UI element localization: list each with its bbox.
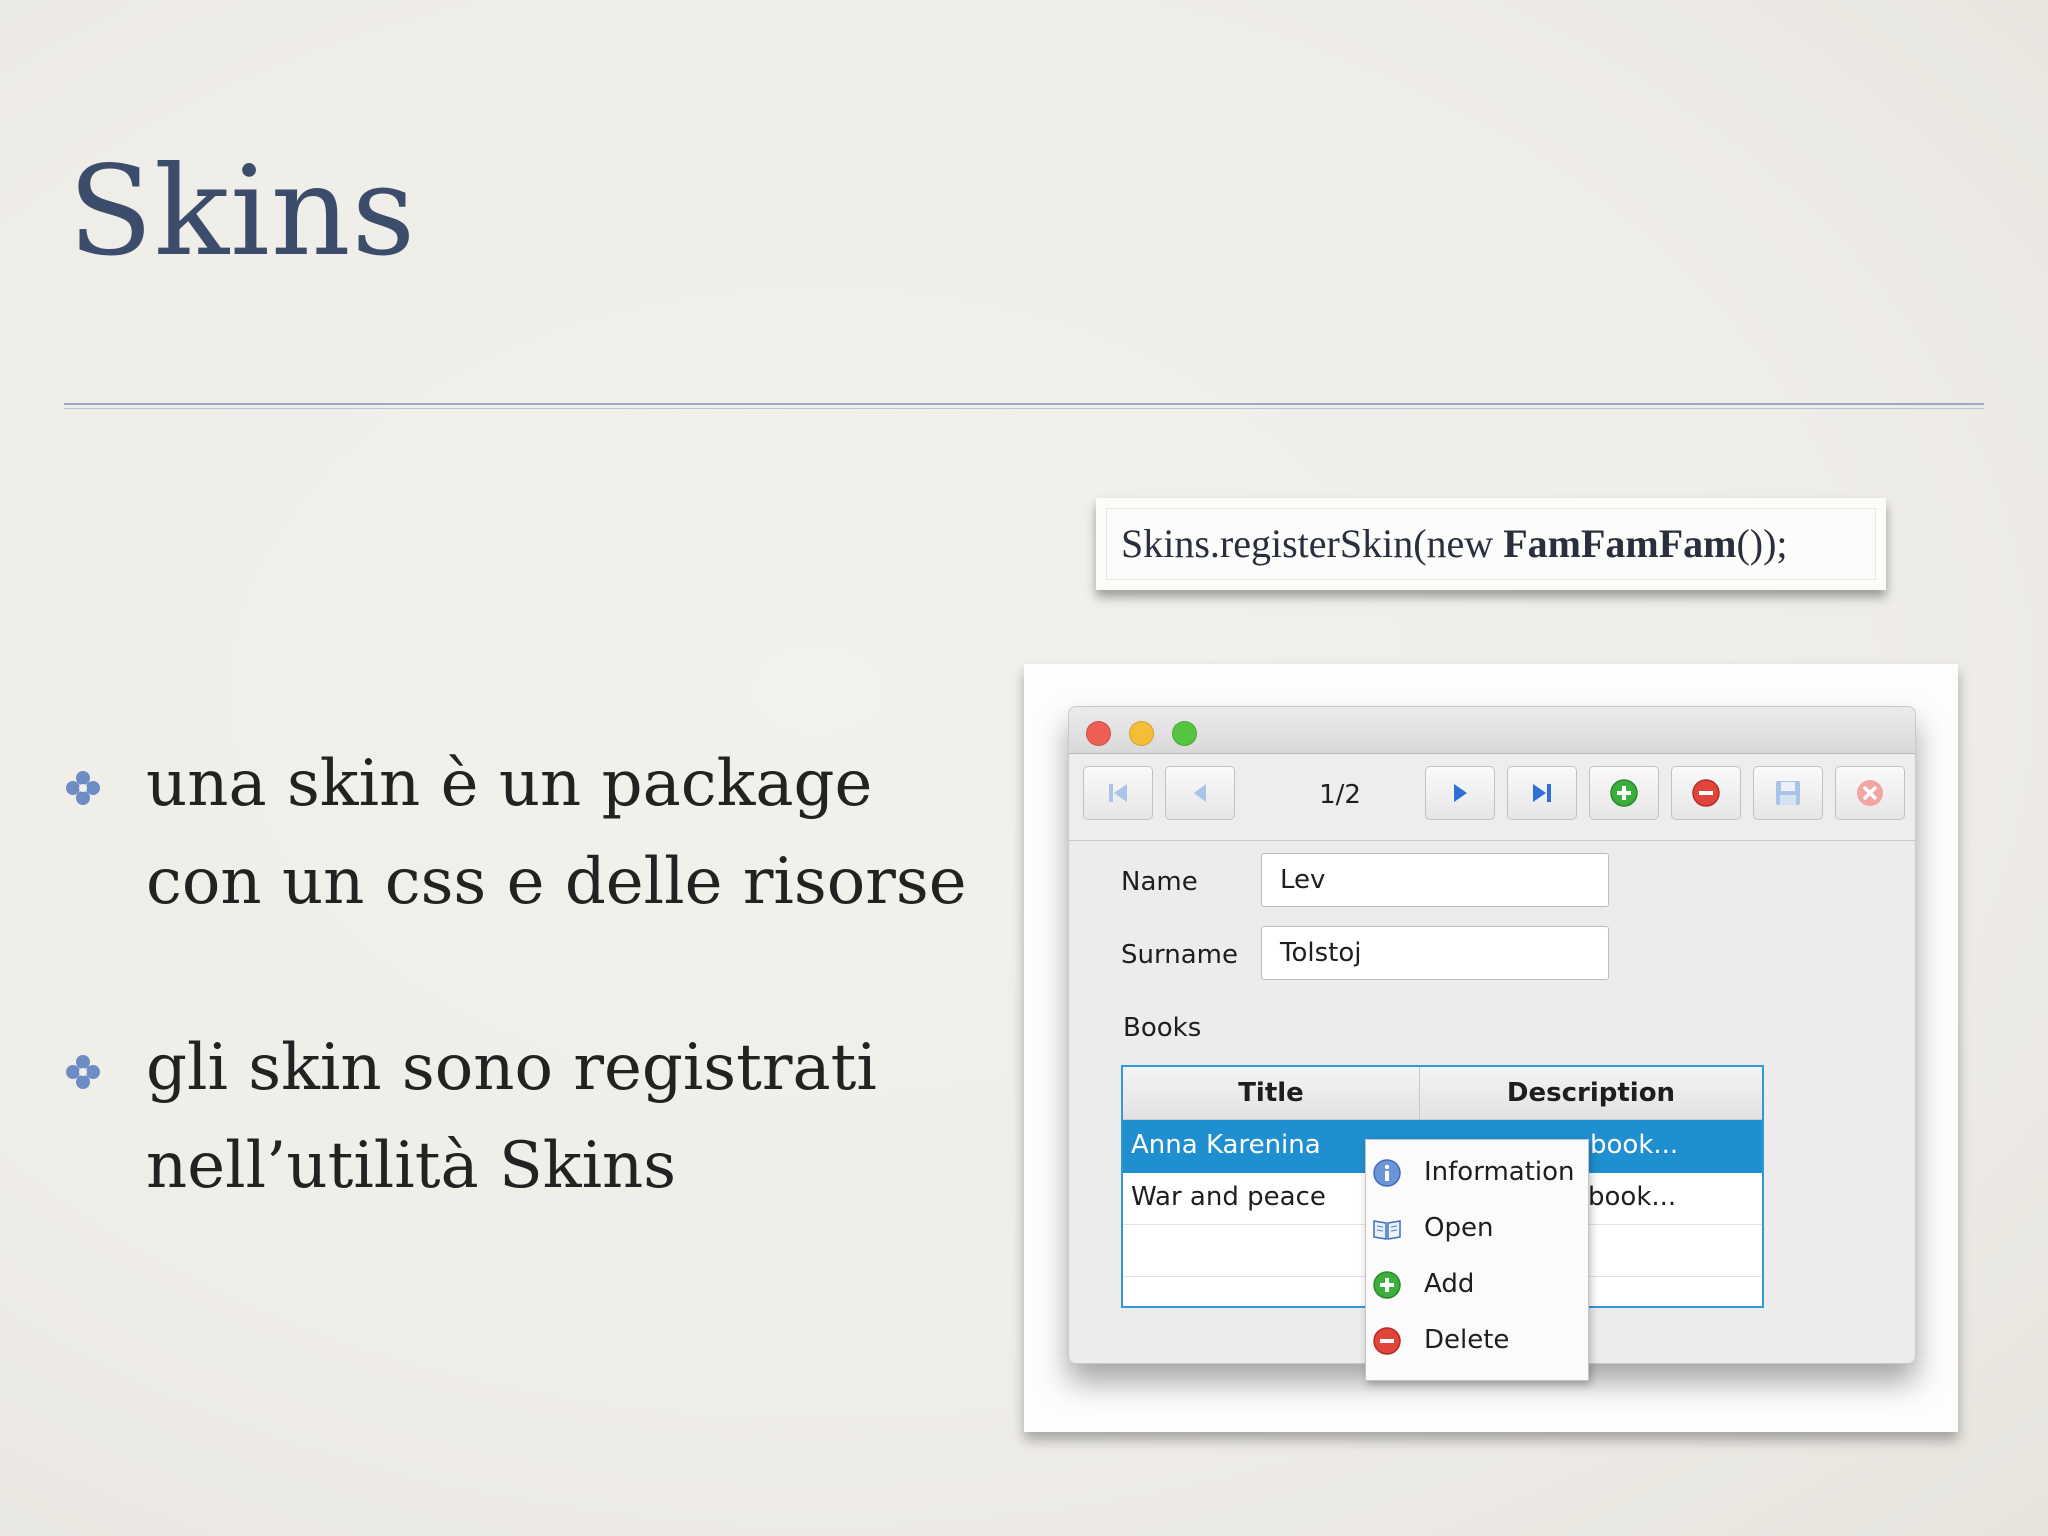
bullet-line: con un css e delle risorse — [146, 845, 967, 919]
title-divider — [64, 403, 1984, 411]
bullet-line: una skin è un package — [146, 747, 873, 821]
menu-item-label: Delete — [1424, 1325, 1510, 1355]
name-label: Name — [1121, 867, 1198, 897]
previous-record-button[interactable] — [1165, 766, 1235, 820]
table-header: Title Description — [1123, 1067, 1762, 1120]
last-record-button[interactable] — [1507, 766, 1577, 820]
bullet-list: una skin è un package con un css e delle… — [64, 735, 1004, 1215]
last-icon — [1533, 784, 1551, 802]
save-icon — [1776, 781, 1800, 805]
bullet-line: nell’utilità Skins — [146, 1129, 677, 1203]
column-header-description[interactable]: Description — [1420, 1067, 1762, 1119]
window-zoom-button[interactable] — [1172, 721, 1197, 746]
context-menu: Information Open Add Delete — [1365, 1139, 1589, 1381]
name-field[interactable]: Lev — [1261, 853, 1609, 907]
menu-item-delete[interactable]: Delete — [1366, 1312, 1588, 1368]
menu-item-label: Information — [1424, 1157, 1575, 1187]
books-label: Books — [1123, 1013, 1202, 1043]
next-icon — [1454, 784, 1467, 802]
window-close-button[interactable] — [1086, 721, 1111, 746]
next-record-button[interactable] — [1425, 766, 1495, 820]
previous-icon — [1194, 784, 1206, 802]
page-indicator: 1/2 — [1319, 780, 1361, 810]
menu-item-information[interactable]: Information — [1366, 1144, 1588, 1200]
surname-field[interactable]: Tolstoj — [1261, 926, 1609, 980]
code-snippet-card: Skins.registerSkin(new FamFamFam()); — [1096, 498, 1886, 590]
remove-record-button[interactable] — [1671, 766, 1741, 820]
surname-label: Surname — [1121, 940, 1238, 970]
code-suffix: ()); — [1736, 521, 1788, 566]
fleuron-bullet-icon — [66, 1055, 100, 1089]
navigation-toolbar: 1/2 — [1069, 754, 1915, 841]
add-record-button[interactable] — [1589, 766, 1659, 820]
code-class-name: FamFamFam — [1503, 521, 1737, 566]
first-record-button[interactable] — [1083, 766, 1153, 820]
information-icon — [1373, 1159, 1401, 1187]
book-open-icon — [1373, 1220, 1401, 1240]
menu-item-add[interactable]: Add — [1366, 1256, 1588, 1312]
save-record-button[interactable] — [1753, 766, 1823, 820]
screenshot-card: 1/2 Name Lev Surname Tolstoj Books Title… — [1024, 664, 1958, 1432]
close-form-button[interactable] — [1835, 766, 1905, 820]
bullet-item: una skin è un package con un css e delle… — [64, 735, 1004, 931]
add-icon — [1373, 1271, 1401, 1299]
column-header-title[interactable]: Title — [1123, 1067, 1420, 1119]
menu-item-label: Add — [1424, 1269, 1475, 1299]
menu-item-open[interactable]: Open — [1366, 1200, 1588, 1256]
bullet-item: gli skin sono registrati nell’utilità Sk… — [64, 1019, 1004, 1215]
code-snippet: Skins.registerSkin(new FamFamFam()); — [1106, 508, 1876, 580]
slide-title: Skins — [68, 140, 417, 284]
code-prefix: Skins.registerSkin(new — [1121, 521, 1504, 566]
fleuron-bullet-icon — [66, 771, 100, 805]
first-icon — [1109, 784, 1127, 802]
delete-icon — [1373, 1327, 1401, 1355]
bullet-line: gli skin sono registrati — [146, 1031, 877, 1105]
window-minimize-button[interactable] — [1129, 721, 1154, 746]
window-titlebar — [1069, 707, 1915, 754]
app-window: 1/2 Name Lev Surname Tolstoj Books Title… — [1068, 706, 1916, 1381]
close-icon — [1857, 780, 1883, 806]
remove-icon — [1692, 779, 1720, 807]
menu-item-label: Open — [1424, 1213, 1494, 1243]
add-icon — [1610, 779, 1638, 807]
